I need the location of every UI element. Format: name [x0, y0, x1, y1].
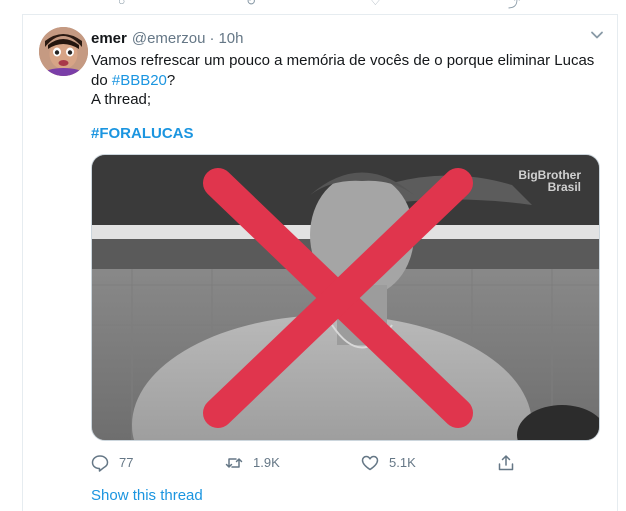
share-button[interactable]: [497, 452, 525, 474]
chevron-down-icon[interactable]: [589, 27, 605, 43]
watermark-line-2: Brasil: [547, 180, 581, 194]
tweet-text-line-3: A thread;: [91, 91, 152, 108]
previous-retweet-icon: ↻: [246, 0, 257, 8]
like-button[interactable]: 5.1K: [361, 452, 416, 474]
like-count: 5.1K: [389, 455, 416, 470]
share-icon: [498, 455, 514, 471]
display-name[interactable]: emer: [91, 30, 127, 47]
reply-count: 77: [119, 455, 134, 470]
reply-button[interactable]: 77: [91, 452, 133, 474]
retweet-button[interactable]: 1.9K: [225, 452, 280, 474]
tweet-text-line-2: do #BBB20?: [91, 71, 606, 91]
tweet-card[interactable]: emer @emerzou · 10h Vamos refrescar um p…: [22, 14, 618, 511]
tweet-text: Vamos refrescar um pouco a memória de vo…: [91, 51, 606, 110]
user-handle[interactable]: @emerzou: [132, 30, 206, 47]
previous-share-icon: ⤴: [508, 0, 521, 10]
tweet-text-line-1: Vamos refrescar um pouco a memória de vo…: [91, 52, 595, 69]
separator-dot: ·: [209, 29, 215, 47]
previous-reply-icon: ○: [118, 0, 126, 8]
previous-like-icon: ♡: [370, 0, 381, 8]
show-thread-link[interactable]: Show this thread: [91, 487, 203, 504]
tweet-media-image[interactable]: BigBrother Brasil: [91, 154, 600, 441]
retweet-count: 1.9K: [253, 455, 280, 470]
hashtag-link-bbb20[interactable]: #BBB20: [112, 72, 167, 89]
retweet-icon: [225, 458, 243, 468]
heart-icon: [361, 455, 379, 471]
tweet-actions: 77 1.9K 5.1K: [91, 452, 531, 474]
hashtag-link-foralucas[interactable]: #FORALUCAS: [91, 125, 194, 142]
tweet-header: emer @emerzou · 10h: [91, 28, 243, 48]
timestamp[interactable]: 10h: [218, 30, 243, 47]
text-suffix: ?: [166, 71, 176, 89]
media-watermark: BigBrother Brasil: [518, 169, 581, 193]
reply-icon: [91, 455, 109, 472]
text-prefix: do: [91, 71, 112, 89]
previous-tweet-actions: ○ ↻ ♡ ⤴: [0, 0, 626, 10]
avatar[interactable]: [39, 27, 88, 76]
